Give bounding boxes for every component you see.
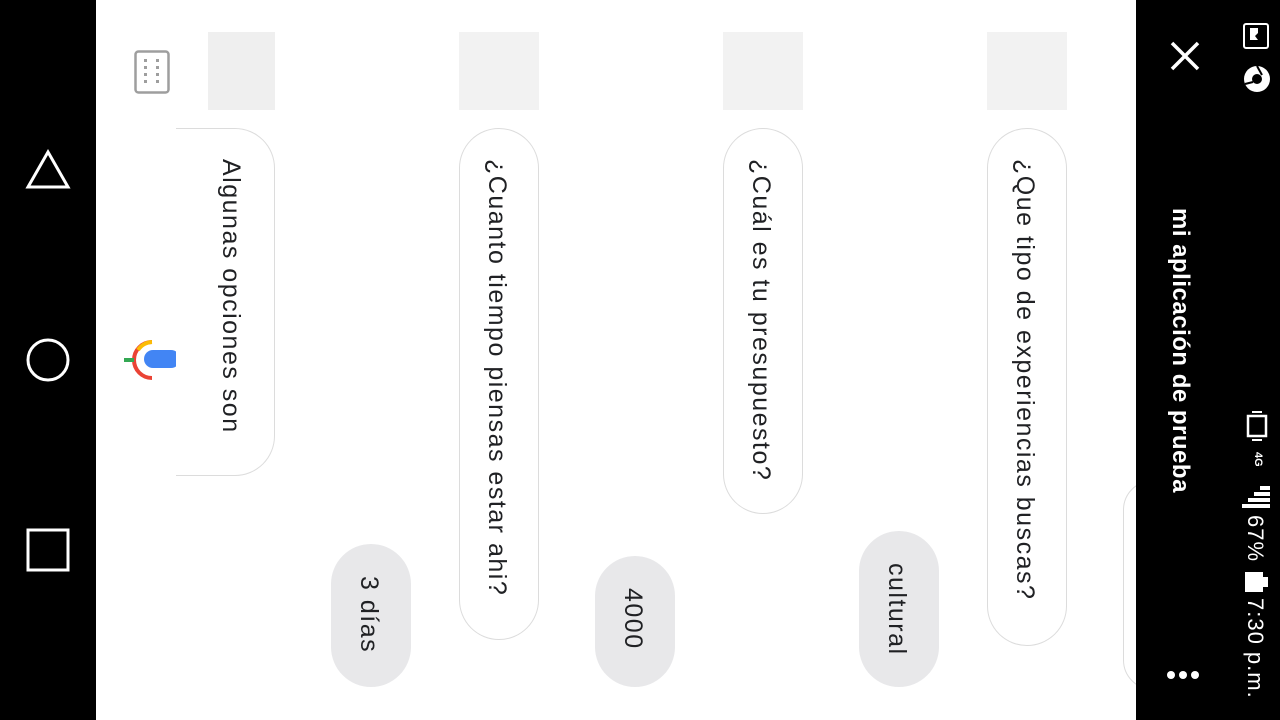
google-mic-icon[interactable]: [122, 338, 182, 382]
avatar: [987, 32, 1067, 110]
bot-message-bubble: ¿Cuanto tiempo piensas estar ahi?: [459, 128, 539, 640]
back-triangle-icon[interactable]: [24, 148, 72, 192]
bot-message-bubble: ¿Cuál es tu presupuesto?: [723, 128, 803, 514]
avatar: [208, 32, 275, 110]
overflow-menu-icon[interactable]: [1166, 668, 1200, 682]
notification-icon: [1243, 23, 1269, 49]
avatar: [723, 32, 803, 110]
recents-square-icon[interactable]: [24, 526, 72, 574]
bot-message-bubble: ¿Que tipo de experiencias buscas?: [987, 128, 1067, 646]
navigation-bar: [0, 0, 96, 720]
home-circle-icon[interactable]: [24, 336, 72, 384]
signal-icon: [1242, 486, 1270, 508]
vibrate-icon: [1246, 411, 1268, 441]
battery-percent: 67%: [1243, 515, 1268, 563]
message-text: ¿Cuál es tu presupuesto?: [747, 159, 775, 482]
chrome-icon: [1244, 65, 1270, 92]
conversation-area: ¿Que tipo de experiencias buscas? ¿Cuál …: [96, 0, 1136, 720]
battery-icon: [1245, 572, 1268, 592]
app-title: mi aplicación de prueba: [1167, 208, 1194, 493]
network-type: 4G: [1252, 452, 1264, 467]
bot-message-bubble: Algunas opciones son: [176, 128, 275, 476]
user-reply-chip: cultural: [859, 531, 939, 687]
reply-text: 3 días: [355, 576, 383, 654]
message-text: Algunas opciones son: [217, 159, 245, 434]
keyboard-icon[interactable]: [134, 50, 170, 94]
reply-text: 4000: [619, 588, 647, 650]
message-text: ¿Cuanto tiempo piensas estar ahi?: [483, 159, 511, 597]
clock: 7:30 p.m.: [1243, 598, 1268, 699]
close-icon[interactable]: [1169, 40, 1201, 72]
message-text: ¿Que tipo de experiencias buscas?: [1011, 159, 1039, 601]
avatar: [459, 32, 539, 110]
reply-text: cultural: [883, 563, 911, 656]
user-reply-chip: 3 días: [331, 544, 411, 687]
app-header: mi aplicación de prueba 4G 67% 7:30 p.m.: [1136, 0, 1280, 720]
user-reply-chip: 4000: [595, 556, 675, 687]
partial-bubble: [1123, 480, 1136, 690]
